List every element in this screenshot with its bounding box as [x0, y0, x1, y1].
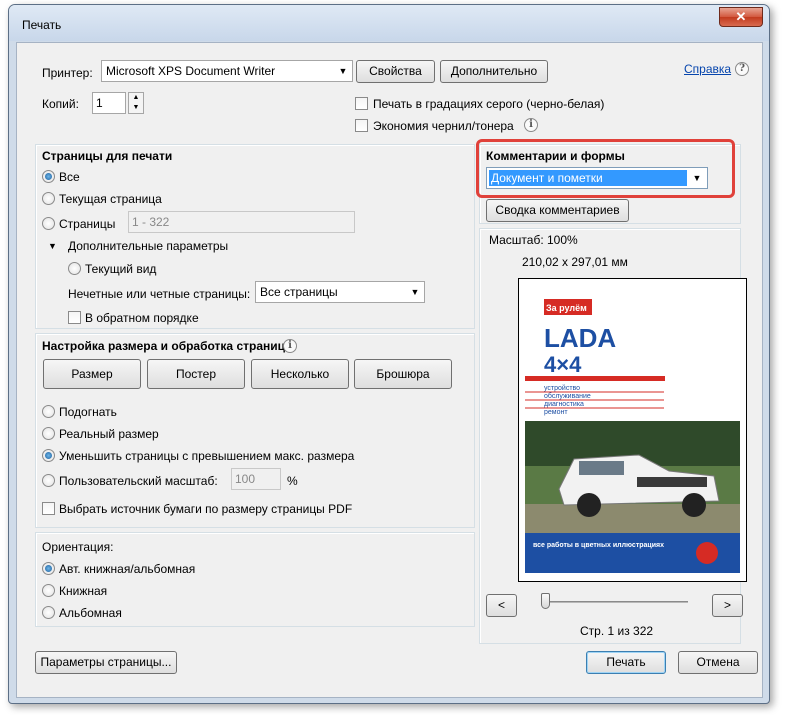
advanced-button[interactable]: Дополнительно: [440, 60, 548, 83]
landscape-label: Альбомная: [59, 606, 122, 620]
sizing-heading: Настройка размера и обработка страниц: [42, 339, 285, 353]
cover-logo: За рулём: [546, 303, 587, 313]
page-slider-track[interactable]: [545, 601, 688, 603]
save-ink-label: Экономия чернил/тонера: [373, 119, 514, 133]
size-button[interactable]: Размер: [43, 359, 141, 389]
cover-title-1: LADA: [544, 323, 616, 353]
paper-source-label: Выбрать источник бумаги по размеру стран…: [59, 502, 353, 516]
page-slider-thumb[interactable]: [541, 593, 550, 609]
title-bar[interactable]: Печать ✕: [9, 5, 769, 41]
more-options-toggle[interactable]: Дополнительные параметры: [68, 239, 228, 253]
dialog-client-area: Принтер: Microsoft XPS Document Writer ▼…: [16, 42, 763, 698]
copies-input[interactable]: 1: [92, 92, 126, 114]
odd-even-select-value: Все страницы: [260, 285, 338, 299]
portrait-radio[interactable]: [42, 584, 55, 597]
current-view-label: Текущий вид: [85, 262, 157, 276]
page-setup-button[interactable]: Параметры страницы...: [35, 651, 177, 674]
custom-scale-label: Пользовательский масштаб:: [59, 474, 218, 488]
odd-even-select[interactable]: Все страницы ▼: [255, 281, 425, 303]
print-dialog-window: Печать ✕ Принтер: Microsoft XPS Document…: [8, 4, 770, 704]
help-link[interactable]: Справка: [684, 62, 731, 76]
cancel-button[interactable]: Отмена: [678, 651, 758, 674]
comments-summary-button[interactable]: Сводка комментариев: [486, 199, 629, 222]
chevron-down-icon: ▼: [338, 66, 348, 76]
printer-label: Принтер:: [42, 66, 93, 80]
cover-title-2: 4×4: [544, 352, 582, 377]
cover-image: За рулём LADA 4×4 устройство обслуживани…: [525, 285, 740, 575]
prev-page-button[interactable]: <: [486, 594, 517, 617]
shrink-label: Уменьшить страницы с превышением макс. р…: [59, 449, 355, 463]
page-info: Стр. 1 из 322: [580, 624, 654, 638]
orientation-heading: Ориентация:: [42, 540, 114, 554]
page-range-radio[interactable]: [42, 217, 55, 230]
poster-button[interactable]: Постер: [147, 359, 245, 389]
page-range-label: Страницы: [59, 217, 116, 231]
cover-line-1: обслуживание: [544, 392, 591, 400]
all-pages-radio[interactable]: [42, 170, 55, 183]
close-button[interactable]: ✕: [719, 7, 763, 27]
copies-spinner[interactable]: ▲ ▼: [128, 92, 144, 114]
all-pages-label: Все: [59, 170, 80, 184]
actual-size-label: Реальный размер: [59, 427, 159, 441]
preview-scale: Масштаб: 100%: [489, 233, 578, 247]
copies-label: Копий:: [42, 97, 79, 111]
portrait-label: Книжная: [59, 584, 108, 598]
actual-size-radio[interactable]: [42, 427, 55, 440]
properties-button[interactable]: Свойства: [356, 60, 435, 83]
reverse-order-checkbox[interactable]: [68, 311, 81, 324]
odd-even-label: Нечетные или четные страницы:: [68, 287, 251, 301]
landscape-radio[interactable]: [42, 606, 55, 619]
cover-line-2: диагностика: [544, 401, 584, 408]
preview-dimensions: 210,02 x 297,01 мм: [522, 255, 628, 269]
window-title: Печать: [22, 18, 62, 32]
custom-scale-radio[interactable]: [42, 474, 55, 487]
booklet-button[interactable]: Брошюра: [354, 359, 452, 389]
percent-label: %: [287, 474, 298, 488]
printer-select[interactable]: Microsoft XPS Document Writer ▼: [101, 60, 353, 82]
fit-label: Подогнать: [59, 405, 117, 419]
cover-footer: все работы в цветных иллюстрациях: [533, 541, 664, 549]
chevron-down-icon: ▼: [410, 287, 420, 297]
current-page-label: Текущая страница: [59, 192, 162, 206]
cover-line-3: ремонт: [544, 409, 568, 416]
multiple-button[interactable]: Несколько: [251, 359, 349, 389]
custom-scale-input[interactable]: 100: [231, 468, 281, 490]
grayscale-checkbox[interactable]: [355, 97, 368, 110]
grayscale-label: Печать в градациях серого (черно-белая): [373, 97, 605, 111]
info-icon[interactable]: i: [283, 339, 297, 353]
save-ink-checkbox[interactable]: [355, 119, 368, 132]
shrink-radio[interactable]: [42, 449, 55, 462]
cover-line-0: устройство: [544, 384, 580, 392]
help-icon[interactable]: ?: [735, 62, 749, 76]
paper-source-checkbox[interactable]: [42, 502, 55, 515]
page-preview: За рулём LADA 4×4 устройство обслуживани…: [518, 278, 747, 582]
info-icon[interactable]: i: [524, 118, 538, 132]
reverse-order-label: В обратном порядке: [85, 311, 199, 325]
triangle-down-icon[interactable]: ▼: [48, 241, 57, 251]
print-button[interactable]: Печать: [586, 651, 666, 674]
pages-heading: Страницы для печати: [42, 149, 173, 163]
auto-orientation-label: Авт. книжная/альбомная: [59, 562, 196, 576]
page-range-input[interactable]: 1 - 322: [128, 211, 355, 233]
highlight-annotation: [476, 139, 735, 198]
printer-select-value: Microsoft XPS Document Writer: [106, 64, 276, 78]
current-view-radio[interactable]: [68, 262, 81, 275]
auto-orientation-radio[interactable]: [42, 562, 55, 575]
current-page-radio[interactable]: [42, 192, 55, 205]
next-page-button[interactable]: >: [712, 594, 743, 617]
fit-radio[interactable]: [42, 405, 55, 418]
